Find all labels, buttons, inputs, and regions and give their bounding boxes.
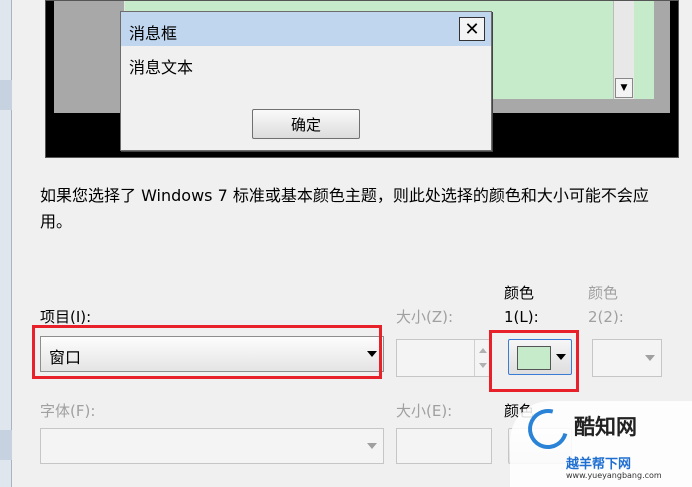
- background-window-edge: [0, 0, 12, 487]
- chevron-down-icon: [645, 355, 655, 361]
- font-label: 字体(F):: [40, 402, 96, 420]
- color1-label-line2: 1(L):: [504, 308, 539, 326]
- window-color-dialog: ▼ 消息框 ✕ 消息文本 确定 如果您选择了 Windows 7 标准或基本颜色…: [14, 0, 692, 487]
- color2-label-line2: 2(2):: [588, 308, 624, 326]
- message-box-title: 消息框: [129, 24, 178, 43]
- message-box-ok-button: 确定: [252, 109, 360, 139]
- size-spinner[interactable]: [396, 339, 492, 377]
- highlight-box: [32, 325, 382, 379]
- background-window-segment: [0, 80, 12, 110]
- background-window-segment: [0, 430, 12, 460]
- spinner-down-icon: [479, 363, 487, 368]
- watermark-url: www.yueyangbang.com: [566, 471, 662, 480]
- preview-area: ▼ 消息框 ✕ 消息文本 确定: [45, 0, 679, 158]
- font-dropdown[interactable]: [40, 428, 384, 464]
- color1-label-line1: 颜色: [504, 284, 535, 302]
- message-box-titlebar: 消息框 ✕: [121, 12, 491, 46]
- size-label: 大小(Z):: [396, 308, 454, 326]
- font-size-dropdown[interactable]: [396, 428, 492, 464]
- watermark: 酷知网 越羊帮下网 www.yueyangbang.com: [510, 401, 692, 487]
- close-icon: ✕: [459, 17, 485, 41]
- highlight-box: [489, 330, 579, 392]
- watermark-subtitle: 越羊帮下网: [566, 457, 632, 472]
- watermark-title: 酷知网: [574, 415, 637, 439]
- preview-message-box: 消息框 ✕ 消息文本 确定: [120, 11, 492, 151]
- preview-scrollbar: ▼: [613, 1, 634, 99]
- item-label: 项目(I):: [40, 308, 92, 326]
- theme-info-text: 如果您选择了 Windows 7 标准或基本颜色主题，则此处选择的颜色和大小可能…: [40, 186, 649, 231]
- watermark-logo-icon: [520, 401, 576, 457]
- color2-label-line1: 颜色: [588, 284, 619, 302]
- scroll-down-icon: ▼: [615, 78, 633, 98]
- color2-picker-button[interactable]: [592, 339, 662, 377]
- chevron-down-icon: [367, 443, 377, 449]
- spinner-up-icon: [479, 348, 487, 353]
- font-size-label: 大小(E):: [396, 402, 453, 420]
- message-box-text: 消息文本: [129, 58, 194, 77]
